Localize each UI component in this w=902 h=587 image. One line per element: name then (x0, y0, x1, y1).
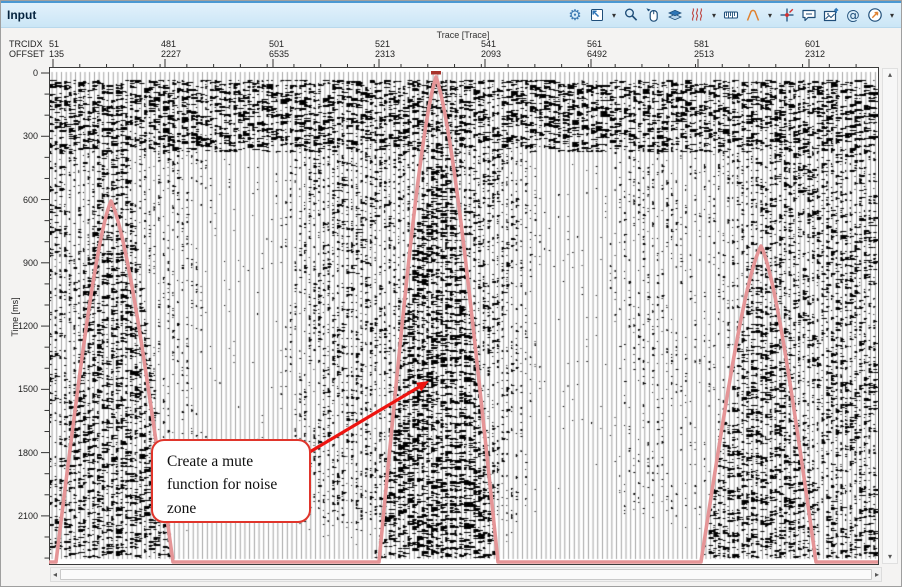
mute-polygon-icon[interactable] (744, 6, 762, 25)
time-tick-label: 1800 (8, 448, 38, 458)
offset-value: 2093 (481, 49, 501, 59)
scroll-right-arrow-icon[interactable]: ▸ (873, 569, 881, 581)
offset-value: 6535 (269, 49, 289, 59)
at-sign-icon[interactable]: @ (844, 6, 862, 25)
offset-value: 2227 (161, 49, 181, 59)
mute-callout: Create a mute function for noise zone (151, 439, 311, 523)
comment-icon[interactable] (800, 6, 818, 25)
scroll-down-arrow-icon[interactable]: ▾ (886, 551, 894, 563)
time-tick-label: 0 (8, 68, 38, 78)
trcidx-value: 521 (375, 39, 390, 49)
dropdown-chevron-icon[interactable]: ▾ (888, 11, 896, 20)
navigate-compass-icon[interactable] (866, 6, 884, 25)
offset-row-label: OFFSET (9, 49, 45, 59)
pick-crosshair-icon[interactable] (778, 6, 796, 25)
dropdown-chevron-icon[interactable]: ▾ (766, 11, 774, 20)
time-tick-label: 300 (8, 131, 38, 141)
trcidx-value: 601 (805, 39, 820, 49)
offset-value: 135 (49, 49, 64, 59)
dropdown-chevron-icon[interactable]: ▾ (710, 11, 718, 20)
scroll-up-arrow-icon[interactable]: ▴ (886, 69, 894, 81)
trcidx-value: 51 (49, 39, 59, 49)
time-tick-label: 600 (8, 195, 38, 205)
trcidx-value: 581 (694, 39, 709, 49)
offset-value: 2312 (805, 49, 825, 59)
svg-text:@: @ (846, 8, 860, 24)
dropdown-chevron-icon[interactable]: ▾ (610, 11, 618, 20)
offset-value: 6492 (587, 49, 607, 59)
export-image-icon[interactable] (822, 6, 840, 25)
window-title: Input (1, 8, 36, 22)
vertical-scrollbar[interactable]: ▴ ▾ (882, 68, 898, 564)
gain-ruler-icon[interactable] (722, 6, 740, 25)
horizontal-scrollbar[interactable]: ◂ ▸ (50, 567, 882, 582)
trcidx-row-label: TRCIDX (9, 39, 43, 49)
fit-view-icon[interactable] (588, 6, 606, 25)
toolbar: ⚙ ▾ ▾ ▾ @ ▾ (566, 6, 901, 25)
trcidx-value: 561 (587, 39, 602, 49)
trcidx-value: 481 (161, 39, 176, 49)
time-tick-label: 900 (8, 258, 38, 268)
mute-callout-text: Create a mute function for noise zone (167, 453, 277, 517)
horizontal-scroll-thumb[interactable] (60, 569, 872, 580)
time-tick-label: 1200 (8, 321, 38, 331)
offset-value: 2513 (694, 49, 714, 59)
scroll-left-arrow-icon[interactable]: ◂ (51, 569, 59, 581)
layers-icon[interactable] (666, 6, 684, 25)
time-tick-label: 2100 (8, 511, 38, 521)
trcidx-value: 541 (481, 39, 496, 49)
offset-value: 2313 (375, 49, 395, 59)
trcidx-value: 501 (269, 39, 284, 49)
zoom-icon[interactable] (622, 6, 640, 25)
settings-gear-icon[interactable]: ⚙ (566, 6, 584, 25)
titlebar: Input ⚙ ▾ ▾ ▾ @ ▾ (1, 1, 901, 28)
time-tick-label: 1500 (8, 384, 38, 394)
seismic-display-window: Input ⚙▾▾▾@▾ Trace [Trace] TRCIDX OFFSET… (0, 0, 902, 587)
wiggle-display-icon[interactable] (688, 6, 706, 25)
mouse-select-icon[interactable] (644, 6, 662, 25)
